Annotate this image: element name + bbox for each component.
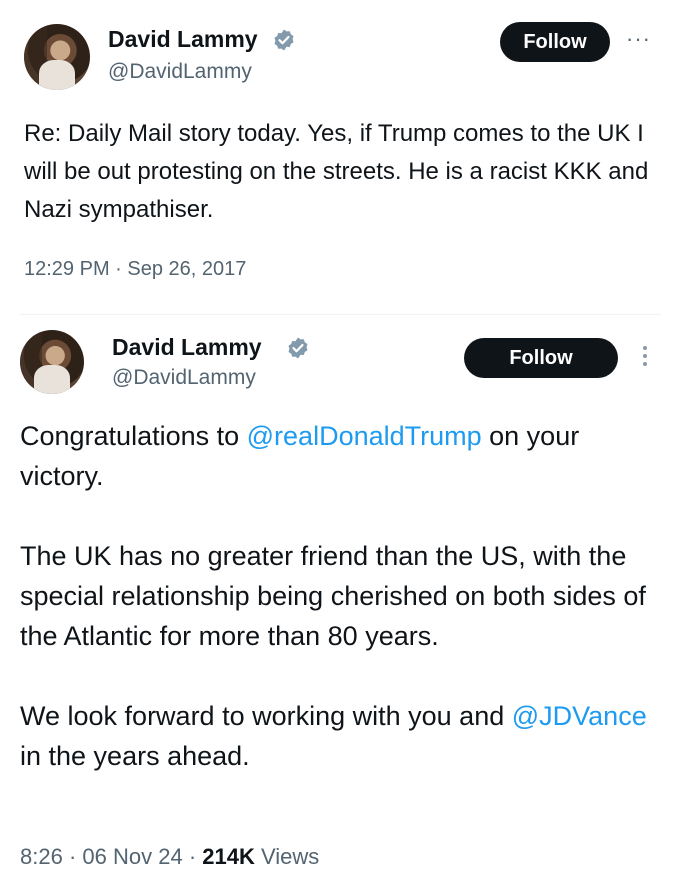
user-handle[interactable]: @DavidLammy xyxy=(108,60,252,84)
tweet-2: David Lammy @DavidLammy Follow Congratul… xyxy=(0,318,681,891)
tweet-paragraph: We look forward to working with you and … xyxy=(20,696,660,776)
verified-badge-icon xyxy=(274,29,294,51)
tweet-paragraph: The UK has no greater friend than the US… xyxy=(20,541,646,651)
verified-badge-icon xyxy=(288,337,308,359)
display-name[interactable]: David Lammy xyxy=(108,26,258,53)
separator-dot: · xyxy=(188,844,197,869)
tweet-text: Congratulations to @realDonaldTrump on y… xyxy=(20,416,660,776)
follow-button[interactable]: Follow xyxy=(464,338,618,378)
more-options-icon[interactable] xyxy=(643,346,649,370)
divider xyxy=(20,314,661,315)
views-count: 214K xyxy=(202,844,255,869)
paragraph-text: in the years ahead. xyxy=(20,741,250,771)
avatar[interactable] xyxy=(24,24,90,90)
paragraph-text: Congratulations to xyxy=(20,421,247,451)
user-handle[interactable]: @DavidLammy xyxy=(112,366,256,390)
tweet-meta: 8:26 · 06 Nov 24 · 214K Views xyxy=(20,844,319,870)
tweet-time[interactable]: 8:26 xyxy=(20,844,63,869)
paragraph-text: We look forward to working with you and xyxy=(20,701,512,731)
separator-dot: · xyxy=(68,844,77,869)
follow-button[interactable]: Follow xyxy=(500,22,610,62)
tweet-timestamp[interactable]: 12:29 PM · Sep 26, 2017 xyxy=(24,258,246,281)
mention-link[interactable]: @JDVance xyxy=(512,701,647,731)
display-name[interactable]: David Lammy xyxy=(112,334,262,361)
mention-link[interactable]: @realDonaldTrump xyxy=(247,421,482,451)
tweet-paragraph: Congratulations to @realDonaldTrump on y… xyxy=(20,416,660,496)
tweet-text: Re: Daily Mail story today. Yes, if Trum… xyxy=(24,120,649,223)
tweet-1: David Lammy @DavidLammy Follow ··· Re: D… xyxy=(0,0,681,318)
views-label: Views xyxy=(261,844,320,869)
avatar[interactable] xyxy=(20,330,84,394)
more-options-icon[interactable]: ··· xyxy=(626,26,651,52)
tweet-date[interactable]: 06 Nov 24 xyxy=(82,844,182,869)
